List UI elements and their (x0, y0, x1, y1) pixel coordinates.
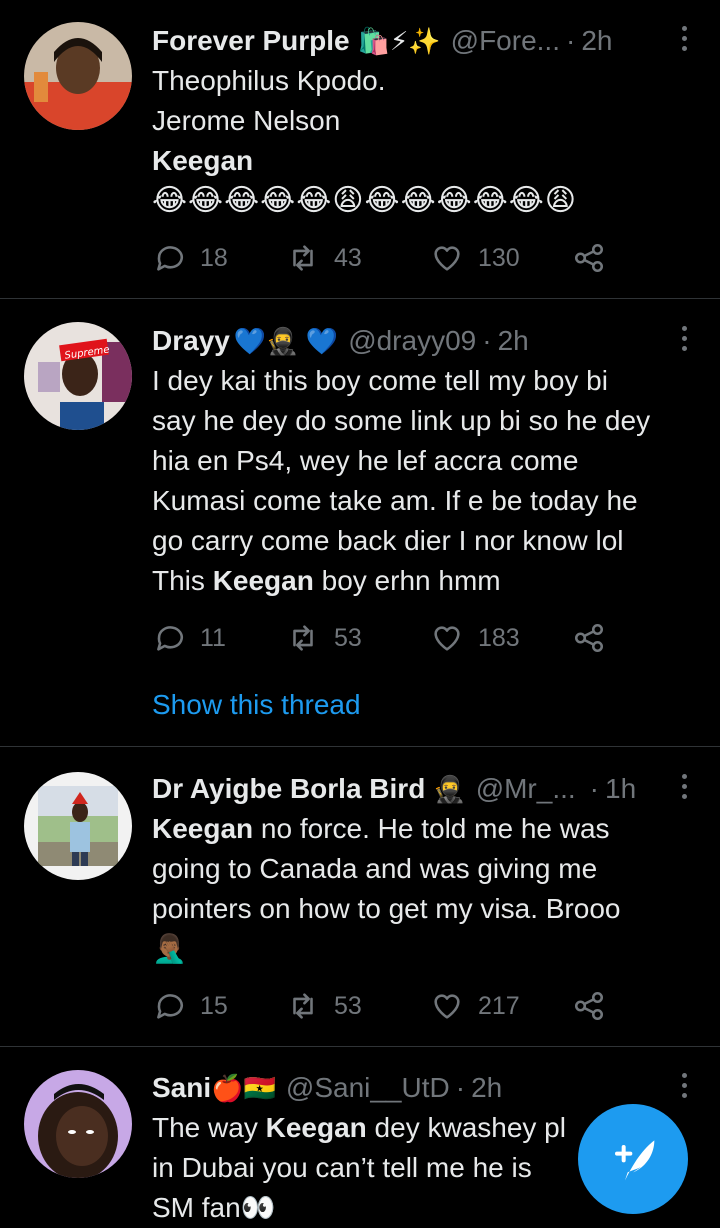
mention-keegan: Keegan (212, 565, 314, 596)
share-icon (574, 623, 604, 653)
author-handle[interactable]: @Mr_... (476, 773, 576, 805)
retweet-icon (293, 625, 313, 651)
like-button[interactable]: 183 (430, 621, 572, 655)
tweet-divider (0, 1046, 720, 1047)
tweet-time[interactable]: 2h (471, 1072, 502, 1104)
tweet-actions: 11 53 183 (152, 618, 622, 658)
separator-dot: · (482, 325, 492, 356)
reply-icon (157, 994, 184, 1019)
retweet-count: 53 (334, 623, 362, 652)
avatar-image: Supreme (24, 322, 132, 430)
retweet-count: 43 (334, 243, 362, 272)
like-button[interactable]: 130 (430, 241, 572, 275)
author-name[interactable]: Sani (152, 1072, 211, 1104)
heart-icon (434, 994, 460, 1019)
heart-icon (434, 246, 460, 271)
text-suffix: dey kwashey pl (366, 1112, 566, 1143)
text-suffix: boy erhn hmm (313, 565, 501, 596)
more-options-icon[interactable] (676, 766, 692, 806)
author-name[interactable]: Forever Purple (152, 25, 350, 57)
author-handle[interactable]: @Fore... (451, 25, 560, 57)
show-thread-link[interactable]: Show this thread (152, 685, 361, 725)
text-line: say he dey do some link up bi so he dey (152, 405, 651, 436)
mention-keegan: Keegan (265, 1112, 367, 1143)
like-count: 130 (478, 243, 520, 272)
text-prefix: The way (152, 1112, 266, 1143)
author-name[interactable]: Dr Ayigbe Borla Bird (152, 773, 425, 805)
text-line: This Keegan boy erhn hmm (152, 561, 684, 601)
author-handle[interactable]: @drayy09 (348, 325, 476, 357)
more-options-icon[interactable] (676, 318, 692, 358)
text-line: pointers on how to get my visa. Brooo (152, 893, 621, 924)
reply-count: 15 (200, 991, 228, 1020)
separator-dot: · (566, 25, 576, 56)
text-line: Kumasi come take am. If e be today he (152, 485, 638, 516)
text-line: I dey kai this boy come tell my boy bi (152, 365, 608, 396)
tweet-actions: 18 43 130 (152, 238, 622, 278)
name-emojis: 🥷 (433, 773, 466, 804)
share-icon (574, 991, 604, 1021)
reply-count: 18 (200, 243, 228, 272)
emoji-line: 🤦🏾‍♂️ (152, 933, 187, 964)
share-button[interactable] (572, 989, 620, 1023)
retweet-icon (293, 993, 313, 1019)
mention-keegan: Keegan (152, 145, 254, 176)
text-line: hia en Ps4, wey he lef accra come (152, 445, 579, 476)
tweet-time[interactable]: 1h (605, 773, 636, 805)
text-line: Theophilus Kpodo. (152, 65, 386, 96)
text-rest: no force. He told me he was (253, 813, 610, 844)
reply-count: 11 (200, 623, 226, 652)
text-line: go carry come back dier I nor know lol (152, 525, 624, 556)
tweet-actions: 15 53 217 (152, 986, 622, 1026)
reply-button[interactable]: 15 (152, 989, 286, 1023)
avatar[interactable]: Supreme (24, 322, 132, 430)
retweet-button[interactable]: 53 (286, 621, 430, 655)
emoji-line: 😂😂😂😂😂😩😂😂😂😂😂😩 (152, 184, 578, 217)
retweet-count: 53 (334, 991, 362, 1020)
separator-dot: · (455, 1072, 466, 1103)
compose-tweet-button[interactable] (578, 1104, 688, 1214)
like-count: 183 (478, 623, 520, 652)
tweet-time[interactable]: 2h (581, 25, 612, 57)
tweet-divider (0, 298, 720, 299)
retweet-icon (293, 245, 313, 271)
reply-button[interactable]: 11 (152, 621, 286, 655)
tweet-text: Theophilus Kpodo. Jerome Nelson Keegan 😂… (152, 61, 684, 221)
avatar-image (24, 22, 132, 130)
like-count: 217 (478, 991, 520, 1020)
retweet-button[interactable]: 53 (286, 989, 430, 1023)
share-icon (574, 243, 604, 273)
separator-dot: · (589, 773, 599, 804)
more-options-icon[interactable] (676, 18, 692, 58)
tweet-time[interactable]: 2h (498, 325, 529, 357)
name-emojis: 🍎🇬🇭 (211, 1072, 276, 1103)
retweet-button[interactable]: 43 (286, 241, 430, 275)
more-options-icon[interactable] (676, 1065, 692, 1105)
text-line: Keegan no force. He told me he was (152, 809, 684, 849)
avatar[interactable] (24, 772, 132, 880)
avatar-image (24, 1070, 132, 1178)
author-name[interactable]: Drayy (152, 325, 230, 357)
mention-keegan: Keegan (152, 813, 254, 844)
text-line: Jerome Nelson (152, 105, 341, 136)
reply-button[interactable]: 18 (152, 241, 286, 275)
tweet-text: I dey kai this boy come tell my boy bi s… (152, 361, 684, 601)
text-line: going to Canada and was giving me (152, 853, 598, 884)
avatar-image (24, 772, 132, 880)
author-handle[interactable]: @Sani__UtD (286, 1072, 450, 1104)
share-button[interactable] (572, 621, 620, 655)
compose-feather-icon (615, 1140, 655, 1181)
reply-icon (157, 246, 184, 271)
reply-icon (157, 626, 184, 651)
heart-icon (434, 626, 460, 651)
like-button[interactable]: 217 (430, 989, 572, 1023)
avatar[interactable] (24, 22, 132, 130)
name-emojis: 🛍️⚡✨ (357, 25, 441, 56)
tweet-divider (0, 746, 720, 747)
text-prefix: This (152, 565, 213, 596)
avatar[interactable] (24, 1070, 132, 1178)
tweet-text: Keegan no force. He told me he was going… (152, 809, 684, 969)
share-button[interactable] (572, 241, 620, 275)
name-emojis: 💙🥷 💙 (233, 325, 339, 356)
